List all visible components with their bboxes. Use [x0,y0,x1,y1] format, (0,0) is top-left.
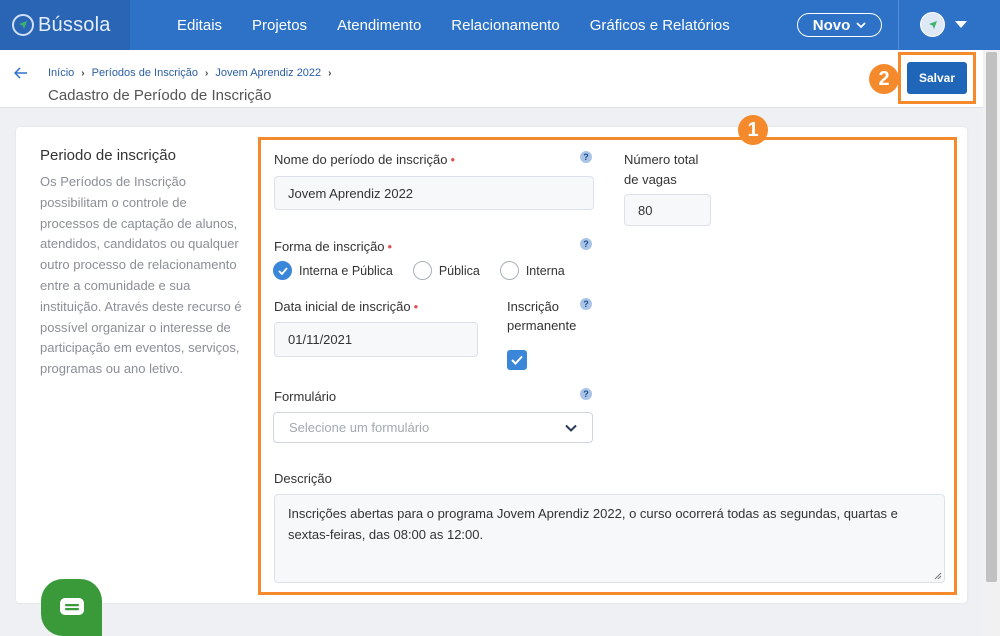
chat-icon [59,597,84,615]
formulario-select[interactable]: Selecione um formulário [273,412,593,443]
back-arrow-icon[interactable] [13,66,28,84]
user-avatar[interactable] [920,12,945,37]
required-marker: • [387,239,393,254]
radio-label: Pública [438,263,480,278]
page-title: Cadastro de Período de Inscrição [48,87,272,104]
chevron-down-icon [565,424,577,432]
permanente-label-line2: permanente [507,318,577,333]
help-icon[interactable]: ? [580,151,592,163]
scrollbar-thumb[interactable] [986,52,997,582]
compass-icon [928,20,937,29]
radio-checked-icon [273,261,292,280]
save-button[interactable]: Salvar [907,62,967,94]
resize-handle-icon[interactable] [934,572,942,580]
name-input[interactable]: Jovem Aprendiz 2022 [274,176,594,210]
nav-item-graficos-relatorios[interactable]: Gráficos e Relatórios [575,17,745,34]
checkmark-icon [511,355,523,365]
chat-button[interactable] [41,579,102,636]
nav-divider [898,0,899,50]
name-label-text: Nome do período de inscrição [274,152,448,167]
forma-label-text: Forma de inscrição [274,239,385,254]
radio-label: Interna e Pública [299,263,393,278]
vagas-label-line2: de vagas [624,172,677,187]
vagas-input[interactable]: 80 [624,194,711,226]
vertical-scrollbar[interactable] [983,50,1000,636]
chevron-down-icon [856,21,866,28]
radio-interna[interactable]: Interna [499,261,565,280]
radio-label: Interna [525,263,565,278]
radio-unchecked-icon [412,261,432,280]
permanente-label-line1: Inscrição [507,299,560,314]
new-button[interactable]: Novo [797,13,882,37]
nav-item-atendimento[interactable]: Atendimento [322,17,436,34]
required-marker: • [413,299,419,314]
caret-down-icon[interactable] [955,21,967,28]
descricao-text: Inscrições abertas para o programa Jovem… [288,506,898,542]
name-label: Nome do período de inscrição • [274,152,455,167]
new-button-label: Novo [812,16,851,34]
compass-icon [12,14,34,36]
section-title: Periodo de inscrição [40,147,176,164]
vagas-label: Número total de vagas [624,150,698,190]
nav-item-editais[interactable]: Editais [162,17,237,34]
brand-logo[interactable]: Bússola [0,0,130,50]
required-marker: • [450,152,455,167]
step-badge-1: 1 [738,115,768,145]
top-navbar: Bússola Editais Projetos Atendimento Rel… [0,0,1000,50]
vagas-label-line1: Número total [624,152,699,167]
date-input[interactable]: 01/11/2021 [274,322,478,357]
radio-publica[interactable]: Pública [412,261,480,280]
main-menu: Editais Projetos Atendimento Relacioname… [162,17,745,34]
radio-interna-publica[interactable]: Interna e Pública [273,261,393,280]
breadcrumb-periodos[interactable]: Períodos de Inscrição [92,67,198,79]
descricao-textarea[interactable]: Inscrições abertas para o programa Jovem… [274,494,945,583]
chevron-right-icon: › [81,67,85,79]
forma-radio-group: Interna e Pública Pública Interna [273,261,585,280]
help-icon[interactable]: ? [580,298,592,310]
radio-unchecked-icon [499,261,519,280]
formulario-label: Formulário [274,389,337,404]
data-label: Data inicial de inscrição • [274,299,418,314]
breadcrumb-inicio[interactable]: Início [48,67,74,79]
step-badge-2: 2 [869,64,899,94]
select-placeholder: Selecione um formulário [289,420,430,435]
help-icon[interactable]: ? [580,238,592,250]
descricao-label: Descrição [274,471,332,486]
section-description: Os Períodos de Inscrição possibilitam o … [40,174,242,377]
nav-item-projetos[interactable]: Projetos [237,17,322,34]
permanente-label: Inscrição permanente [507,297,576,335]
data-label-text: Data inicial de inscrição [274,299,411,314]
chevron-right-icon: › [205,67,209,79]
nav-item-relacionamento[interactable]: Relacionamento [436,17,574,34]
breadcrumb: Início › Períodos de Inscrição › Jovem A… [48,67,339,79]
brand-name: Bússola [38,13,111,36]
breadcrumb-current[interactable]: Jovem Aprendiz 2022 [215,67,321,79]
forma-label: Forma de inscrição • [274,239,392,254]
chevron-right-icon: › [328,67,332,79]
permanente-checkbox[interactable] [507,350,527,370]
help-icon[interactable]: ? [580,388,592,400]
